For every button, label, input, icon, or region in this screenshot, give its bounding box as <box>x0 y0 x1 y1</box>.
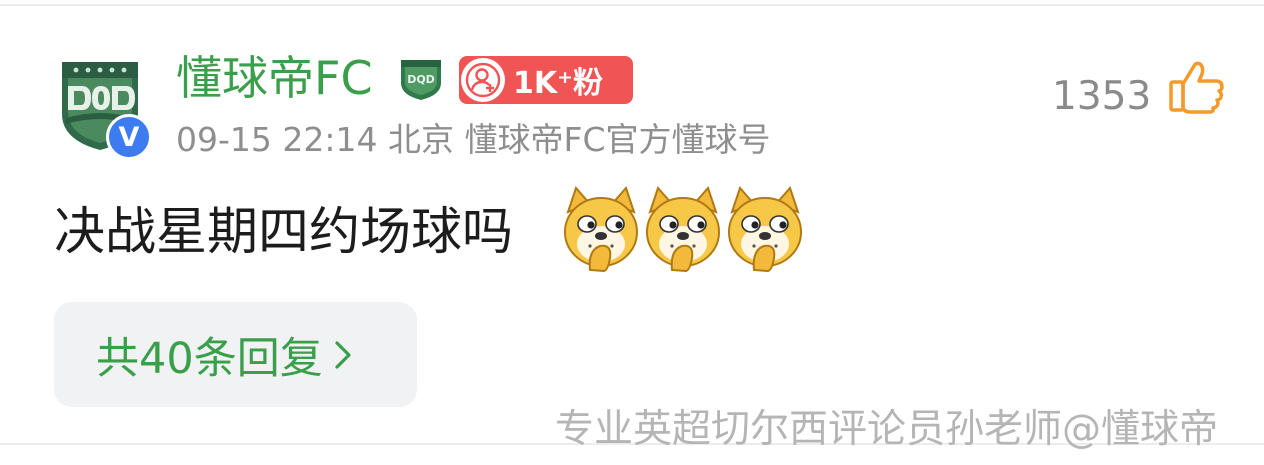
comment-meta: 09-15 22:14 北京 懂球帝FC官方懂球号 <box>176 118 771 162</box>
replies-count-label: 共40条回复 <box>96 333 323 384</box>
username[interactable]: 懂球帝FC <box>176 51 373 105</box>
comment-date: 09-15 <box>176 120 272 159</box>
view-replies-button[interactable]: 共40条回复 <box>54 302 417 407</box>
dqd-shield-icon: DQD <box>401 60 441 100</box>
doge-cover-mouth-emoji <box>564 186 638 272</box>
svg-text:DQD: DQD <box>407 73 435 86</box>
comment-body: 决战星期四约场球吗 <box>54 203 514 262</box>
comment-location: 北京 <box>388 120 454 159</box>
avatar[interactable]: V <box>54 56 152 160</box>
top-divider <box>0 4 1264 6</box>
like-count: 1353 <box>1052 74 1152 119</box>
account-description: 懂球帝FC官方懂球号 <box>464 120 771 159</box>
fans-count-label: 1K⁺粉 <box>513 66 603 101</box>
chevron-right-icon <box>335 340 351 369</box>
doge-cover-mouth-emoji <box>646 186 720 272</box>
user-plus-icon <box>461 58 505 102</box>
doge-cover-mouth-emoji <box>728 186 802 272</box>
verified-badge: V <box>106 114 152 160</box>
thumbs-up-icon[interactable] <box>1168 60 1226 114</box>
watermark-text: 专业英超切尔西评论员孙老师@懂球帝 <box>555 407 1219 452</box>
comment-time: 22:14 <box>282 120 378 159</box>
fans-badge: 1K⁺粉 <box>459 56 633 104</box>
